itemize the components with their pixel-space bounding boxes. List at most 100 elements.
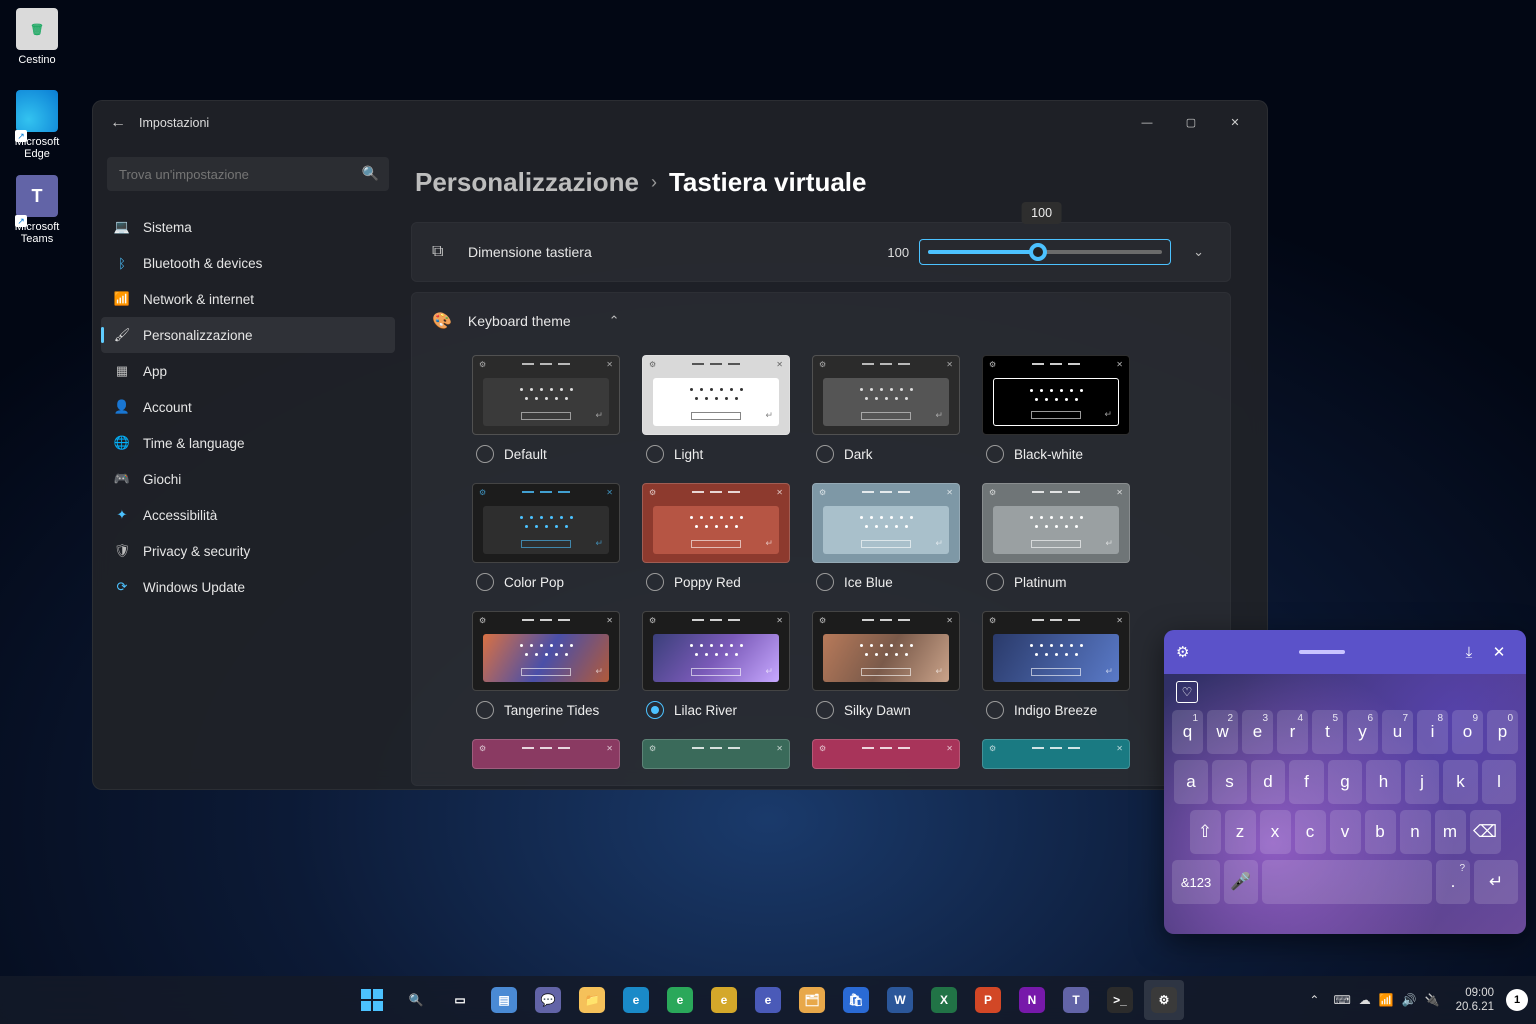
theme-option-green-teal[interactable]: ⚙✕ <box>642 739 798 769</box>
minimize-button[interactable]: — <box>1125 108 1169 138</box>
key-l[interactable]: l <box>1482 760 1517 804</box>
sidebar-item-sistema[interactable]: 💻Sistema <box>101 209 395 245</box>
key-w[interactable]: w2 <box>1207 710 1238 754</box>
taskbar-edge-canary[interactable]: e <box>704 980 744 1020</box>
key-q[interactable]: q1 <box>1172 710 1203 754</box>
theme-option-tangerine-tides[interactable]: ⚙✕ ↵ Tangerine Tides <box>472 611 628 719</box>
tray-icon[interactable]: 🔌 <box>1421 989 1444 1011</box>
key-punct[interactable]: ?. <box>1436 860 1470 904</box>
key-n[interactable]: n <box>1400 810 1431 854</box>
theme-option-ice-blue[interactable]: ⚙✕ ↵ Ice Blue <box>812 483 968 591</box>
theme-option-black-white[interactable]: ⚙✕ ↵ Black-white <box>982 355 1138 463</box>
taskbar-teams[interactable]: T <box>1056 980 1096 1020</box>
theme-option-pink-orange[interactable]: ⚙✕ <box>472 739 628 769</box>
sidebar-item-personalizzazione[interactable]: 🖌Personalizzazione <box>101 317 395 353</box>
key-c[interactable]: c <box>1295 810 1326 854</box>
theme-option-silky-dawn[interactable]: ⚙✕ ↵ Silky Dawn <box>812 611 968 719</box>
sidebar-item-app[interactable]: ▦App <box>101 353 395 389</box>
key-f[interactable]: f <box>1289 760 1324 804</box>
taskbar-edge-stable[interactable]: e <box>616 980 656 1020</box>
sidebar-item-accessibilit-[interactable]: ✦Accessibilità <box>101 497 395 533</box>
radio-button[interactable] <box>476 445 494 463</box>
radio-button[interactable] <box>986 573 1004 591</box>
sidebar-item-time-language[interactable]: 🌐Time & language <box>101 425 395 461</box>
keyboard-size-slider[interactable]: 100 <box>919 239 1171 265</box>
key-r[interactable]: r4 <box>1277 710 1308 754</box>
key-space[interactable] <box>1262 860 1432 904</box>
tray-icon[interactable]: ☁ <box>1355 989 1375 1011</box>
taskbar-onenote[interactable]: N <box>1012 980 1052 1020</box>
keyboard-close-button[interactable]: ✕ <box>1484 643 1514 661</box>
taskbar-search[interactable]: 🔍 <box>396 980 436 1020</box>
key-j[interactable]: j <box>1405 760 1440 804</box>
notification-badge[interactable]: 1 <box>1506 989 1528 1011</box>
taskbar-word[interactable]: W <box>880 980 920 1020</box>
close-button[interactable]: ✕ <box>1213 108 1257 138</box>
key-p[interactable]: p0 <box>1487 710 1518 754</box>
theme-option-indigo-breeze[interactable]: ⚙✕ ↵ Indigo Breeze <box>982 611 1138 719</box>
key-e[interactable]: e3 <box>1242 710 1273 754</box>
taskbar-edge-beta[interactable]: e <box>748 980 788 1020</box>
key-z[interactable]: z <box>1225 810 1256 854</box>
taskbar-taskview[interactable]: ▭ <box>440 980 480 1020</box>
taskbar-explorer[interactable]: 📁 <box>572 980 612 1020</box>
tray-icon[interactable]: 📶 <box>1375 989 1398 1011</box>
radio-button[interactable] <box>476 573 494 591</box>
radio-button[interactable] <box>986 701 1004 719</box>
breadcrumb-parent[interactable]: Personalizzazione <box>415 167 639 198</box>
theme-option-teal-cyan[interactable]: ⚙✕ <box>982 739 1138 769</box>
key-h[interactable]: h <box>1366 760 1401 804</box>
key-m[interactable]: m <box>1435 810 1466 854</box>
radio-button[interactable] <box>646 445 664 463</box>
maximize-button[interactable]: ▢ <box>1169 108 1213 138</box>
desktop-icon-edge[interactable]: ↗ Microsoft Edge <box>5 90 69 160</box>
key-u[interactable]: u7 <box>1382 710 1413 754</box>
taskbar-store[interactable]: 🛍 <box>836 980 876 1020</box>
key-g[interactable]: g <box>1328 760 1363 804</box>
key-mic[interactable]: 🎤 <box>1224 860 1258 904</box>
key-symbols[interactable]: &123 <box>1172 860 1220 904</box>
key-v[interactable]: v <box>1330 810 1361 854</box>
theme-option-pink-red[interactable]: ⚙✕ <box>812 739 968 769</box>
sidebar-item-windows-update[interactable]: ⟳Windows Update <box>101 569 395 605</box>
collapse-chevron-icon[interactable]: ⌃ <box>603 307 626 335</box>
taskbar-excel[interactable]: X <box>924 980 964 1020</box>
back-button[interactable]: ← <box>103 114 133 132</box>
key-i[interactable]: i8 <box>1417 710 1448 754</box>
theme-option-lilac-river[interactable]: ⚙✕ ↵ Lilac River <box>642 611 798 719</box>
key-o[interactable]: o9 <box>1452 710 1483 754</box>
key-shift[interactable]: ⇧ <box>1190 810 1221 854</box>
theme-option-color-pop[interactable]: ⚙✕ ↵ Color Pop <box>472 483 628 591</box>
search-input[interactable] <box>107 157 389 191</box>
keyboard-settings-button[interactable]: ⚙ <box>1176 643 1189 661</box>
key-d[interactable]: d <box>1251 760 1286 804</box>
theme-option-platinum[interactable]: ⚙✕ ↵ Platinum <box>982 483 1138 591</box>
tray-show-hidden[interactable]: ⌃ <box>1305 989 1323 1011</box>
radio-button[interactable] <box>646 573 664 591</box>
taskbar-edge-dev[interactable]: e <box>660 980 700 1020</box>
sidebar-item-giochi[interactable]: 🎮Giochi <box>101 461 395 497</box>
theme-option-poppy-red[interactable]: ⚙✕ ↵ Poppy Red <box>642 483 798 591</box>
key-k[interactable]: k <box>1443 760 1478 804</box>
sidebar-item-account[interactable]: 👤Account <box>101 389 395 425</box>
key-s[interactable]: s <box>1212 760 1247 804</box>
radio-button[interactable] <box>816 573 834 591</box>
key-t[interactable]: t5 <box>1312 710 1343 754</box>
radio-button[interactable] <box>816 701 834 719</box>
key-x[interactable]: x <box>1260 810 1291 854</box>
taskbar-clock[interactable]: 09:00 20.6.21 <box>1450 986 1500 1015</box>
radio-button[interactable] <box>816 445 834 463</box>
sidebar-item-network-internet[interactable]: 📶Network & internet <box>101 281 395 317</box>
taskbar-widgets[interactable]: ▤ <box>484 980 524 1020</box>
tray-icon[interactable]: ⌨ <box>1329 989 1354 1011</box>
keyboard-drag-handle[interactable] <box>1189 650 1454 654</box>
radio-button[interactable] <box>476 701 494 719</box>
key-y[interactable]: y6 <box>1347 710 1378 754</box>
desktop-icon-teams[interactable]: T ↗ Microsoft Teams <box>5 175 69 245</box>
key-b[interactable]: b <box>1365 810 1396 854</box>
theme-option-light[interactable]: ⚙✕ ↵ Light <box>642 355 798 463</box>
taskbar-powerpoint[interactable]: P <box>968 980 1008 1020</box>
key-enter[interactable]: ↵ <box>1474 860 1518 904</box>
emoji-button[interactable]: ♡ <box>1176 681 1198 703</box>
taskbar-terminal[interactable]: >_ <box>1100 980 1140 1020</box>
